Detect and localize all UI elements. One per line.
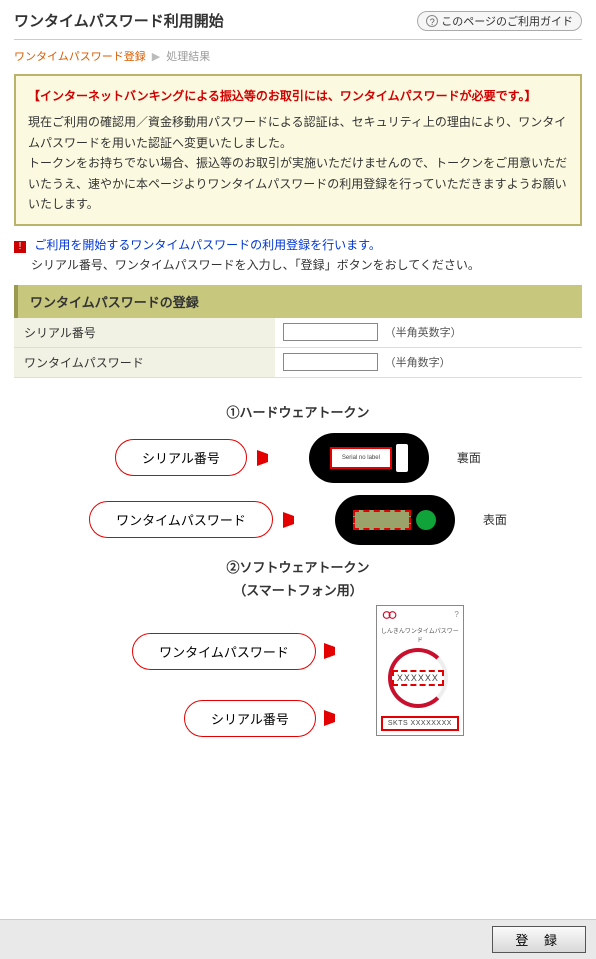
divider: [14, 39, 582, 40]
phone-app-title: しんきんワンタイムパスワード: [381, 626, 459, 644]
front-side-label: 表面: [483, 511, 507, 528]
register-button[interactable]: 登 録: [492, 926, 586, 953]
hardware-token-back: Serial no label: [309, 433, 429, 483]
token-lcd: [353, 510, 411, 530]
chevron-right-icon: ▶: [152, 50, 160, 63]
notice-box: 【インターネットバンキングによる振込等のお取引には、ワンタイムパスワードが必要で…: [14, 74, 582, 226]
software-token-sub: （スマートフォン用）: [14, 580, 582, 599]
otp-input[interactable]: [283, 353, 378, 371]
progress-ring-icon: XXXXXX: [388, 648, 448, 708]
pointer-icon: [324, 643, 346, 659]
smartphone-illustration: ? しんきんワンタイムパスワード XXXXXX SKTS XXXXXXXX: [376, 605, 464, 736]
serial-hint: （半角英数字）: [385, 327, 462, 339]
token-sn-area: Serial no label: [330, 447, 392, 469]
otp-label: ワンタイムパスワード: [14, 347, 275, 377]
serial-label: シリアル番号: [14, 318, 275, 348]
alert-icon: !: [14, 241, 26, 253]
phone-otp-display: XXXXXX: [392, 670, 444, 686]
pointer-icon: [257, 450, 279, 466]
token-diagram: ①ハードウェアトークン シリアル番号 Serial no label 裏面 ワン…: [14, 402, 582, 737]
instruction-line-2: シリアル番号、ワンタイムパスワードを入力し、「登録」ボタンをおしてください。: [31, 256, 582, 275]
token-button-icon: [416, 510, 436, 530]
back-side-label: 裏面: [457, 449, 481, 466]
notice-line-2: トークンをお持ちでない場合、振込等のお取引が実施いただけませんので、トークンをご…: [28, 153, 568, 214]
footer-bar: 登 録: [0, 919, 596, 959]
hardware-token-title: ①ハードウェアトークン: [14, 402, 582, 421]
instructions: ! ご利用を開始するワンタイムパスワードの利用登録を行います。 シリアル番号、ワ…: [14, 236, 582, 274]
help-icon: ?: [454, 610, 458, 619]
breadcrumb-step-2: 処理結果: [166, 48, 210, 64]
serial-input[interactable]: [283, 323, 378, 341]
callout-serial-hw: シリアル番号: [115, 439, 247, 476]
usage-guide-button[interactable]: ? このページのご利用ガイド: [417, 11, 582, 31]
breadcrumb-step-1: ワンタイムパスワード登録: [14, 48, 146, 64]
app-logo-icon: [381, 610, 399, 620]
page-title: ワンタイムパスワード利用開始: [14, 10, 224, 31]
token-slot: [396, 444, 408, 472]
callout-otp-sw: ワンタイムパスワード: [132, 633, 316, 670]
hardware-token-front: [335, 495, 455, 545]
registration-form: シリアル番号 （半角英数字） ワンタイムパスワード （半角数字）: [14, 318, 582, 378]
software-token-title: ②ソフトウェアトークン: [14, 557, 582, 576]
callout-otp-hw: ワンタイムパスワード: [89, 501, 273, 538]
breadcrumb: ワンタイムパスワード登録 ▶ 処理結果: [14, 48, 582, 64]
pointer-icon: [324, 710, 346, 726]
instruction-line-1: ご利用を開始するワンタイムパスワードの利用登録を行います。: [34, 238, 381, 252]
section-title: ワンタイムパスワードの登録: [14, 285, 582, 318]
notice-headline: 【インターネットバンキングによる振込等のお取引には、ワンタイムパスワードが必要で…: [28, 86, 568, 106]
phone-sn-display: SKTS XXXXXXXX: [381, 716, 459, 731]
notice-line-1: 現在ご利用の確認用／資金移動用パスワードによる認証は、セキュリティ上の理由により…: [28, 112, 568, 153]
pointer-icon: [283, 512, 305, 528]
usage-guide-label: このページのご利用ガイド: [441, 13, 573, 29]
help-icon: ?: [426, 15, 438, 27]
callout-serial-sw: シリアル番号: [184, 700, 316, 737]
otp-hint: （半角数字）: [385, 357, 451, 369]
